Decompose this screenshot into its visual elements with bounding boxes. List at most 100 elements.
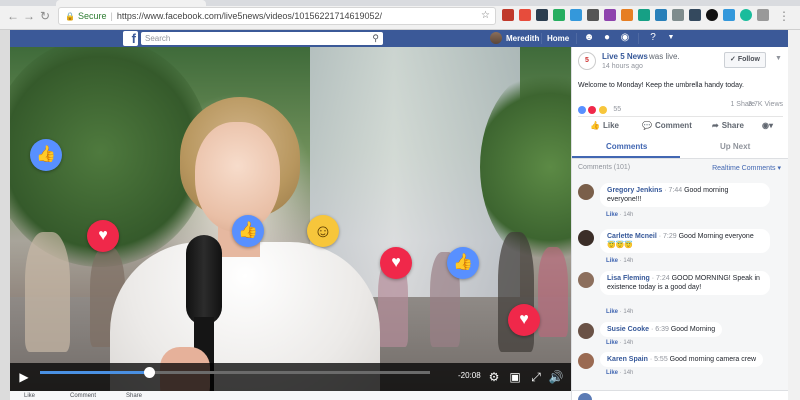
comment-bubble: Susie Cooke · 6:39 Good Morning — [600, 322, 723, 337]
extension-mail-icon[interactable] — [502, 9, 514, 21]
picture-in-picture-icon[interactable]: ▣ — [507, 369, 523, 385]
thumbs-up-icon: 👍 — [590, 121, 600, 130]
comment-like-button[interactable]: Like — [606, 309, 618, 315]
address-bar[interactable]: 🔒 Secure | https://www.facebook.com/live5ne… — [58, 7, 496, 25]
extension-purple-icon[interactable] — [604, 9, 616, 21]
user-name-link[interactable]: Meredith — [506, 32, 539, 45]
extension-slate-icon[interactable] — [689, 9, 701, 21]
video-scrubber-handle[interactable] — [144, 367, 156, 378]
globe-icon[interactable]: ◉ — [619, 32, 631, 44]
follow-button[interactable]: ✓ Follow — [724, 52, 766, 68]
volume-icon[interactable]: 🔊 — [548, 369, 564, 385]
video-progress-fill — [40, 371, 150, 374]
live-video-player[interactable]: 👍 ♥ 👍 ☺ ♥ 👍 ♥ — [10, 47, 571, 400]
facebook-logo[interactable]: f — [123, 31, 138, 46]
extension-dark-icon[interactable] — [587, 9, 599, 21]
browser-tab[interactable] — [56, 0, 206, 6]
commenter-name[interactable]: Susie Cooke — [607, 326, 649, 333]
video-action-bar: Like Comment Share — [10, 391, 571, 400]
window-scrollbar[interactable] — [788, 30, 800, 400]
extension-circle-icon[interactable] — [706, 9, 718, 21]
post-timestamp[interactable]: 14 hours ago — [602, 63, 643, 70]
commenter-avatar[interactable] — [578, 323, 594, 339]
extension-flag-icon[interactable] — [536, 9, 548, 21]
extension-teal-icon[interactable] — [638, 9, 650, 21]
haha-reaction-icon: ☺ — [307, 215, 339, 247]
screen: ← → ↻ 🔒 Secure | https://www.facebook.com/l… — [0, 0, 800, 400]
commenter-name[interactable]: Lisa Fleming — [607, 275, 650, 282]
share-button[interactable]: ➦ Share — [712, 121, 744, 130]
like-reaction-icon: 👍 — [232, 215, 264, 247]
page-avatar[interactable]: 5 — [578, 52, 596, 70]
comment-like-button[interactable]: Like — [606, 370, 618, 376]
reaction-picker-icon[interactable]: ◉▾ — [762, 121, 773, 130]
extension-calendar-icon[interactable] — [519, 9, 531, 21]
url-text: https://www.facebook.com/live5news/video… — [116, 11, 383, 21]
write-comment-box[interactable] — [572, 390, 788, 400]
commenter-avatar[interactable] — [578, 184, 594, 200]
comment-item: Gregory Jenkins · 7:44 Good morning ever… — [578, 183, 783, 221]
comment-like-button[interactable]: Like — [606, 212, 618, 218]
forward-icon[interactable]: → — [22, 9, 36, 23]
extension-green-icon[interactable] — [553, 9, 565, 21]
facebook-search-input[interactable]: Search ⚲ — [141, 32, 383, 45]
search-icon[interactable]: ⚲ — [372, 32, 379, 45]
commenter-avatar[interactable] — [578, 230, 594, 246]
fullscreen-icon[interactable]: ⤢ — [528, 369, 544, 385]
sort-label: Realtime Comments — [712, 165, 776, 172]
like-mini-icon — [578, 105, 586, 114]
tab-comments[interactable]: Comments — [606, 142, 647, 151]
friends-icon[interactable]: ☻ — [583, 32, 595, 44]
commenter-name[interactable]: Karen Spain — [607, 356, 648, 363]
header-divider — [576, 33, 577, 44]
under-video-share[interactable]: Share — [126, 393, 142, 399]
tab-up-next[interactable]: Up Next — [720, 142, 750, 151]
extension-code-icon[interactable] — [757, 9, 769, 21]
comment-time-value: 7:44 — [668, 187, 683, 194]
post-options-caret-icon[interactable]: ▼ — [775, 55, 782, 62]
comment-like-button[interactable]: Like — [606, 340, 618, 346]
play-icon[interactable]: ▶ — [16, 369, 32, 385]
extension-chart-icon[interactable] — [723, 9, 735, 21]
under-video-like[interactable]: Like — [24, 393, 35, 399]
commenter-avatar[interactable] — [578, 353, 594, 369]
comment-like-button[interactable]: Like — [606, 258, 618, 264]
reload-icon[interactable]: ↻ — [38, 9, 52, 23]
post-header: 5 Live 5 News was live. 14 hours ago ✓ F… — [572, 47, 788, 77]
sort-comments-dropdown[interactable]: Realtime Comments ▾ — [712, 164, 781, 172]
page-name-link[interactable]: Live 5 News — [602, 52, 648, 61]
commenter-name[interactable]: Carlette Mcneil — [607, 233, 657, 240]
home-link[interactable]: Home — [547, 32, 569, 45]
comment-time-value: 5:55 — [654, 356, 668, 363]
post-text: Welcome to Monday! Keep the umbrella han… — [578, 82, 744, 89]
love-reaction-icon: ♥ — [380, 247, 412, 279]
messenger-icon[interactable]: ● — [601, 32, 613, 44]
under-video-comment[interactable]: Comment — [70, 393, 96, 399]
haha-mini-icon — [598, 105, 607, 114]
like-button[interactable]: 👍 Like — [590, 121, 619, 130]
settings-gear-icon[interactable]: ⚙ — [486, 369, 502, 385]
commenter-name[interactable]: Gregory Jenkins — [607, 187, 662, 194]
extension-round-icon[interactable] — [740, 9, 752, 21]
extension-grid-icon[interactable] — [655, 9, 667, 21]
user-avatar[interactable] — [490, 32, 502, 44]
comment-time: · 7:29 — [658, 233, 677, 240]
facebook-header: f Search ⚲ Meredith Home ☻ ● ◉ ? ▼ — [10, 30, 788, 47]
reaction-summary[interactable]: 55 1 Share 3.7K Views — [578, 101, 783, 114]
comment-time-value: 7:24 — [656, 275, 670, 282]
extension-orange-icon[interactable] — [621, 9, 633, 21]
extension-blue-icon[interactable] — [570, 9, 582, 21]
comment-bubble: Gregory Jenkins · 7:44 Good morning ever… — [600, 183, 770, 207]
dropdown-caret-icon[interactable]: ▼ — [665, 32, 677, 44]
comment-button[interactable]: 💬 Comment — [642, 121, 692, 130]
commenter-avatar[interactable] — [578, 272, 594, 288]
video-progress-bar[interactable] — [40, 367, 430, 378]
menu-icon[interactable]: ⋮ — [777, 9, 791, 23]
extension-gray-icon[interactable] — [672, 9, 684, 21]
follow-icon: ✓ — [730, 56, 738, 63]
help-icon[interactable]: ? — [647, 32, 659, 44]
back-icon[interactable]: ← — [6, 9, 20, 23]
star-icon[interactable]: ☆ — [481, 8, 490, 24]
browser-toolbar: ← → ↻ 🔒 Secure | https://www.facebook.com/l… — [0, 0, 800, 30]
video-controls: ▶ -20:08 ⚙ ▣ ⤢ 🔊 — [10, 363, 571, 391]
